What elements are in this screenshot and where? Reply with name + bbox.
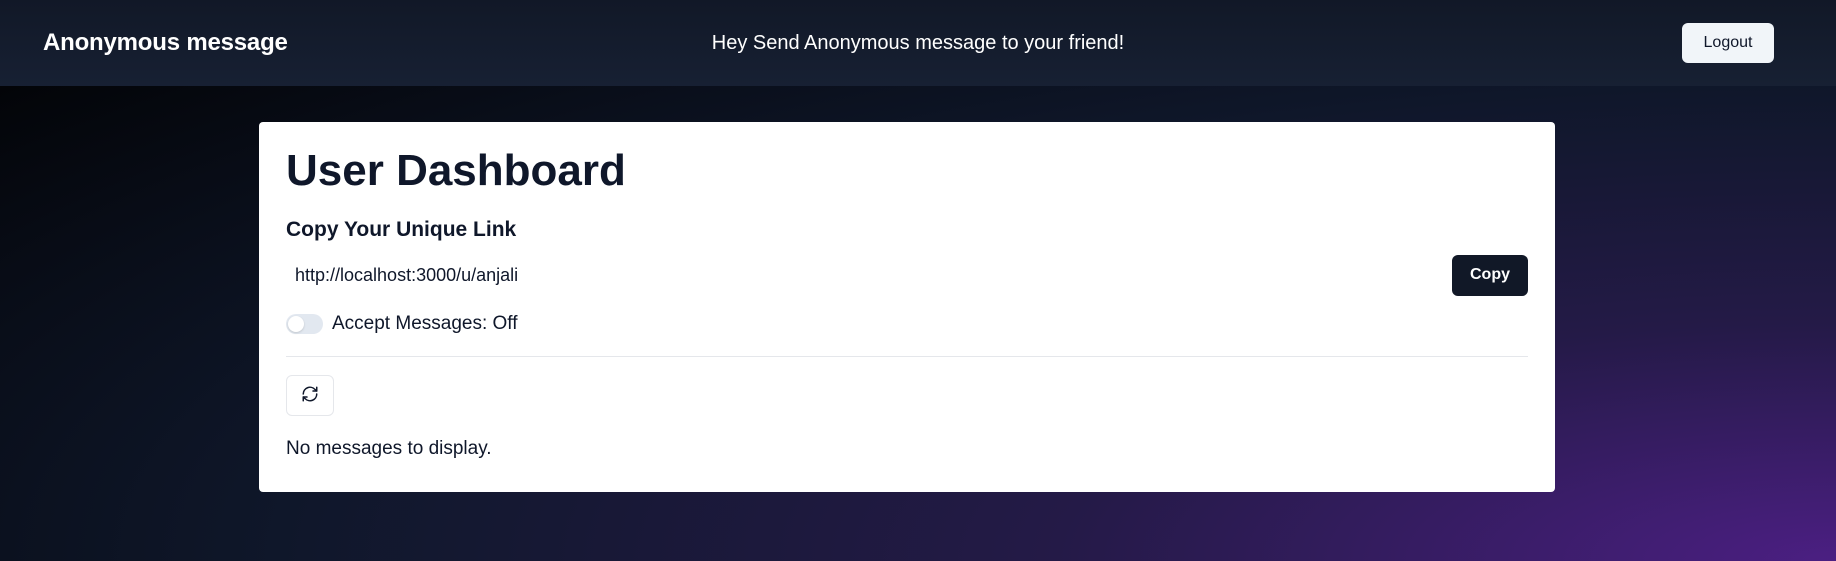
page-title: User Dashboard <box>286 146 626 195</box>
switch-knob <box>288 316 304 332</box>
copy-button[interactable]: Copy <box>1452 254 1528 296</box>
divider <box>286 356 1528 357</box>
link-row: Copy <box>286 254 1528 296</box>
navbar: Anonymous message Hey Send Anonymous mes… <box>0 0 1836 86</box>
accept-messages-switch[interactable] <box>286 314 323 334</box>
greeting-text: Hey Send Anonymous message to your frien… <box>711 31 1125 54</box>
brand-title[interactable]: Anonymous message <box>43 29 288 57</box>
accept-messages-row: Accept Messages: Off <box>286 310 1528 338</box>
refresh-icon <box>301 385 319 406</box>
refresh-button[interactable] <box>286 375 334 416</box>
logout-button[interactable]: Logout <box>1682 23 1774 63</box>
link-heading: Copy Your Unique Link <box>286 218 517 241</box>
accept-messages-label: Accept Messages: Off <box>332 313 518 334</box>
empty-messages-text: No messages to display. <box>286 438 492 459</box>
unique-link-input[interactable] <box>286 254 1452 296</box>
dashboard-card: User Dashboard Copy Your Unique Link Cop… <box>259 122 1555 492</box>
